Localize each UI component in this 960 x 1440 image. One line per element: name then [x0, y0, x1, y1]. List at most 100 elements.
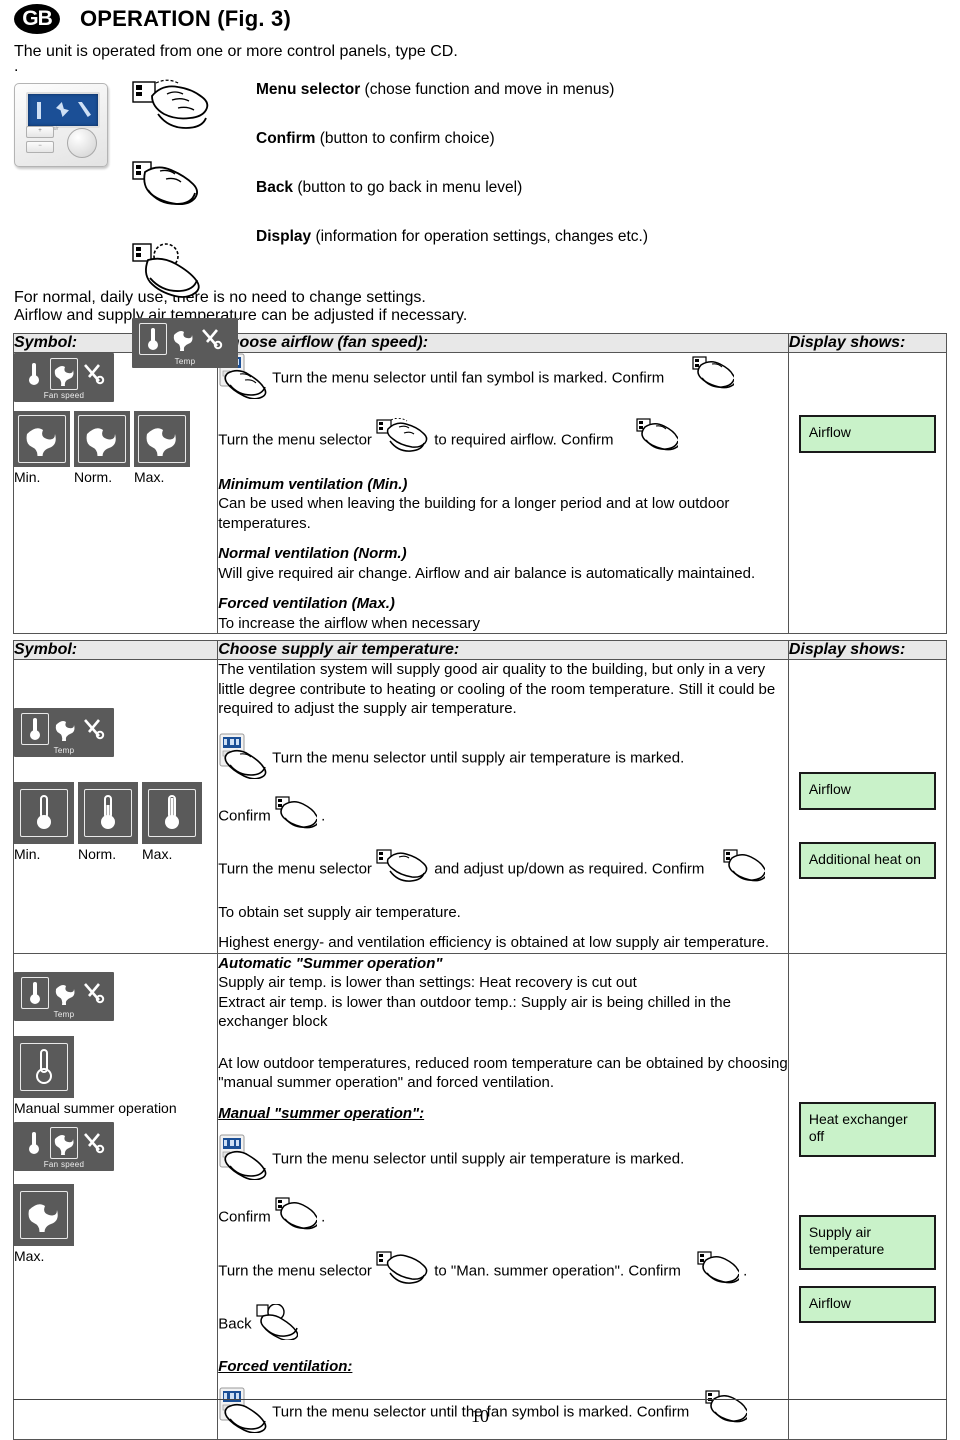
automatic-summer-heading: Automatic "Summer operation" [218, 954, 443, 972]
definition-menu-selector: Menu selector (chose function and move i… [256, 81, 946, 99]
fan-level-tiles [14, 411, 217, 467]
menu-icon-temp [21, 713, 49, 745]
stray-dot: . [14, 58, 19, 75]
display-box-airflow: Airflow [798, 1285, 936, 1323]
display-temp-menu-icon: display-temp-menu-icon Temp [132, 318, 238, 368]
temperature-intro: The ventilation system will supply good … [218, 661, 776, 717]
temp-level-tiles [14, 782, 217, 844]
menu-icon-fan [170, 324, 196, 354]
definition-back: Back (button to go back in menu level) [256, 179, 946, 197]
fan-speed-menu-icon: Fan speed [14, 1121, 114, 1171]
temperature-efficiency: Highest energy- and ventilation efficien… [218, 934, 770, 951]
hand-press-confirm-icon [132, 160, 238, 222]
summer-symbol-cell: Temp Manual summer operation Fan speed M… [12, 952, 219, 1440]
page-header: GB OPERATION (Fig. 3) [0, 0, 960, 34]
hand-turn-knob-icon [376, 848, 430, 892]
display-box-airflow: Airflow [798, 415, 936, 453]
menu-icon-fan [52, 978, 78, 1008]
menubar-label-temp: Temp [174, 357, 196, 366]
summer-confirm-line: Confirm . [218, 1197, 788, 1239]
mode-heading: Minimum ventilation (Min.) [218, 475, 408, 493]
menu-icon-tools [81, 978, 107, 1008]
airflow-display-cell: Airflow [787, 352, 948, 634]
header-display-shows: Display shows: [787, 640, 948, 660]
menu-icon-temp [21, 976, 49, 1009]
max-fan-tile [14, 1183, 217, 1246]
temp-tile-min [14, 782, 74, 844]
menu-icon-fan [50, 358, 78, 390]
hand-press-confirm-icon [692, 356, 737, 402]
temperature-confirm-line: Confirm . [218, 795, 788, 838]
display-box-airflow: Airflow [798, 772, 936, 810]
display-box-additional-heat-on: Additional heat on [798, 841, 936, 879]
header-display-shows: Display shows: [787, 333, 948, 353]
lcd-thermo-glyph [37, 102, 41, 119]
fan-speed-menu-label: Fan speed [43, 391, 85, 400]
page-footer: 10 [0, 1399, 960, 1427]
fan-tile-max [14, 1183, 74, 1246]
footer-rule [13, 1399, 947, 1400]
manual-summer-tile [14, 1035, 217, 1098]
menu-icon-tools [81, 359, 107, 389]
panel-button-down[interactable]: − [26, 141, 54, 153]
mode-body: To increase the airflow when necessary [218, 614, 481, 632]
back-label: Back [218, 1315, 252, 1333]
temperature-step-adjust: Turn the menu selector and adjust up/dow… [218, 848, 788, 892]
mode-heading: Forced ventilation (Max.) [218, 595, 395, 612]
header-symbol: Symbol: [12, 640, 219, 660]
definition-desc: (information for operation settings, cha… [311, 228, 649, 245]
page-number: 10 [471, 1406, 489, 1426]
menu-icon-fan [50, 1126, 78, 1159]
hand-turn-knob-icon [376, 1250, 430, 1294]
mode-heading: Normal ventilation (Norm.) [218, 545, 407, 562]
ventilation-mode-norm: Normal ventilation (Norm.) Will give req… [218, 544, 788, 583]
temperature-table-header: Symbol: Choose supply air temperature: D… [12, 640, 948, 660]
temperature-table: Symbol: Choose supply air temperature: D… [12, 640, 948, 1440]
airflow-table: Symbol: Choose airflow (fan speed): Disp… [12, 333, 948, 634]
forced-ventilation-heading: Forced ventilation: [218, 1357, 353, 1375]
temp-level-labels: Min. Norm. Max. [14, 846, 217, 862]
hand-press-confirm-icon [697, 1250, 742, 1293]
hand-press-back-icon [256, 1303, 299, 1346]
temperature-instructions-cell: The ventilation system will supply good … [217, 659, 789, 954]
display-box-heat-exchanger-off: Heat exchanger off [798, 1101, 936, 1157]
hand-icon-column: display-temp-menu-icon Temp [132, 73, 238, 369]
airflow-step-2-after: to required airflow. Confirm [434, 431, 614, 449]
menu-icon-temp [21, 359, 47, 389]
summer-manual-period: . [743, 1262, 748, 1280]
fan-speed-menu-icon: Fan speed [14, 353, 114, 402]
menu-icon-fan [52, 714, 78, 744]
panel-buttons[interactable]: + − [26, 126, 54, 156]
hand-press-confirm-icon [722, 849, 767, 891]
forced-ventilation-heading-wrap: Forced ventilation: [218, 1357, 788, 1377]
temperature-display-cell: Airflow Additional heat on [787, 659, 948, 954]
temp-tile-max [142, 782, 202, 844]
manual-summer-heading: Manual "summer operation": [218, 1104, 425, 1122]
menu-icon-tools [199, 324, 225, 354]
airflow-step-1: Turn the menu selector until fan symbol … [218, 353, 788, 407]
definition-desc: (chose function and move in menus) [360, 81, 615, 98]
temp-label-norm: Norm. [78, 846, 117, 862]
header-choose-temperature: Choose supply air temperature: [217, 640, 789, 660]
panel-rotary-knob[interactable] [67, 128, 97, 158]
temperature-table-row: Temp Min. Norm. Max. The ventilation sys… [12, 659, 948, 954]
panel-lcd-screen [26, 92, 100, 128]
airflow-instructions-cell: Turn the menu selector until fan symbol … [217, 352, 789, 634]
temperature-step-mark-text: Turn the menu selector until supply air … [272, 749, 685, 767]
confirm-period: . [321, 807, 326, 825]
panel-button-up[interactable]: + [26, 126, 54, 138]
control-panel-image: systemair + − [14, 83, 108, 167]
airflow-table-row: Fan speed Min. Norm. Max. Turn the menu … [12, 352, 948, 634]
confirm-label: Confirm [218, 1208, 271, 1226]
cd-control-panel: systemair + − [14, 83, 108, 167]
airflow-step-2: Turn the menu selector to required airfl… [218, 417, 788, 464]
summer-display-cell: Heat exchanger off Supply air temperatur… [787, 952, 948, 1440]
ventilation-mode-min: Minimum ventilation (Min.) Can be used w… [218, 475, 788, 534]
temperature-adjust-after: and adjust up/down as required. Confirm [434, 860, 705, 878]
max-fan-caption: Max. [14, 1247, 45, 1264]
hand-press-confirm-icon [275, 795, 320, 838]
mode-body: Will give required air change. Airflow a… [218, 564, 756, 582]
fan-tile-max [134, 411, 190, 467]
menu-icon-temp [21, 1128, 47, 1158]
fan-label-min: Min. [14, 469, 41, 485]
